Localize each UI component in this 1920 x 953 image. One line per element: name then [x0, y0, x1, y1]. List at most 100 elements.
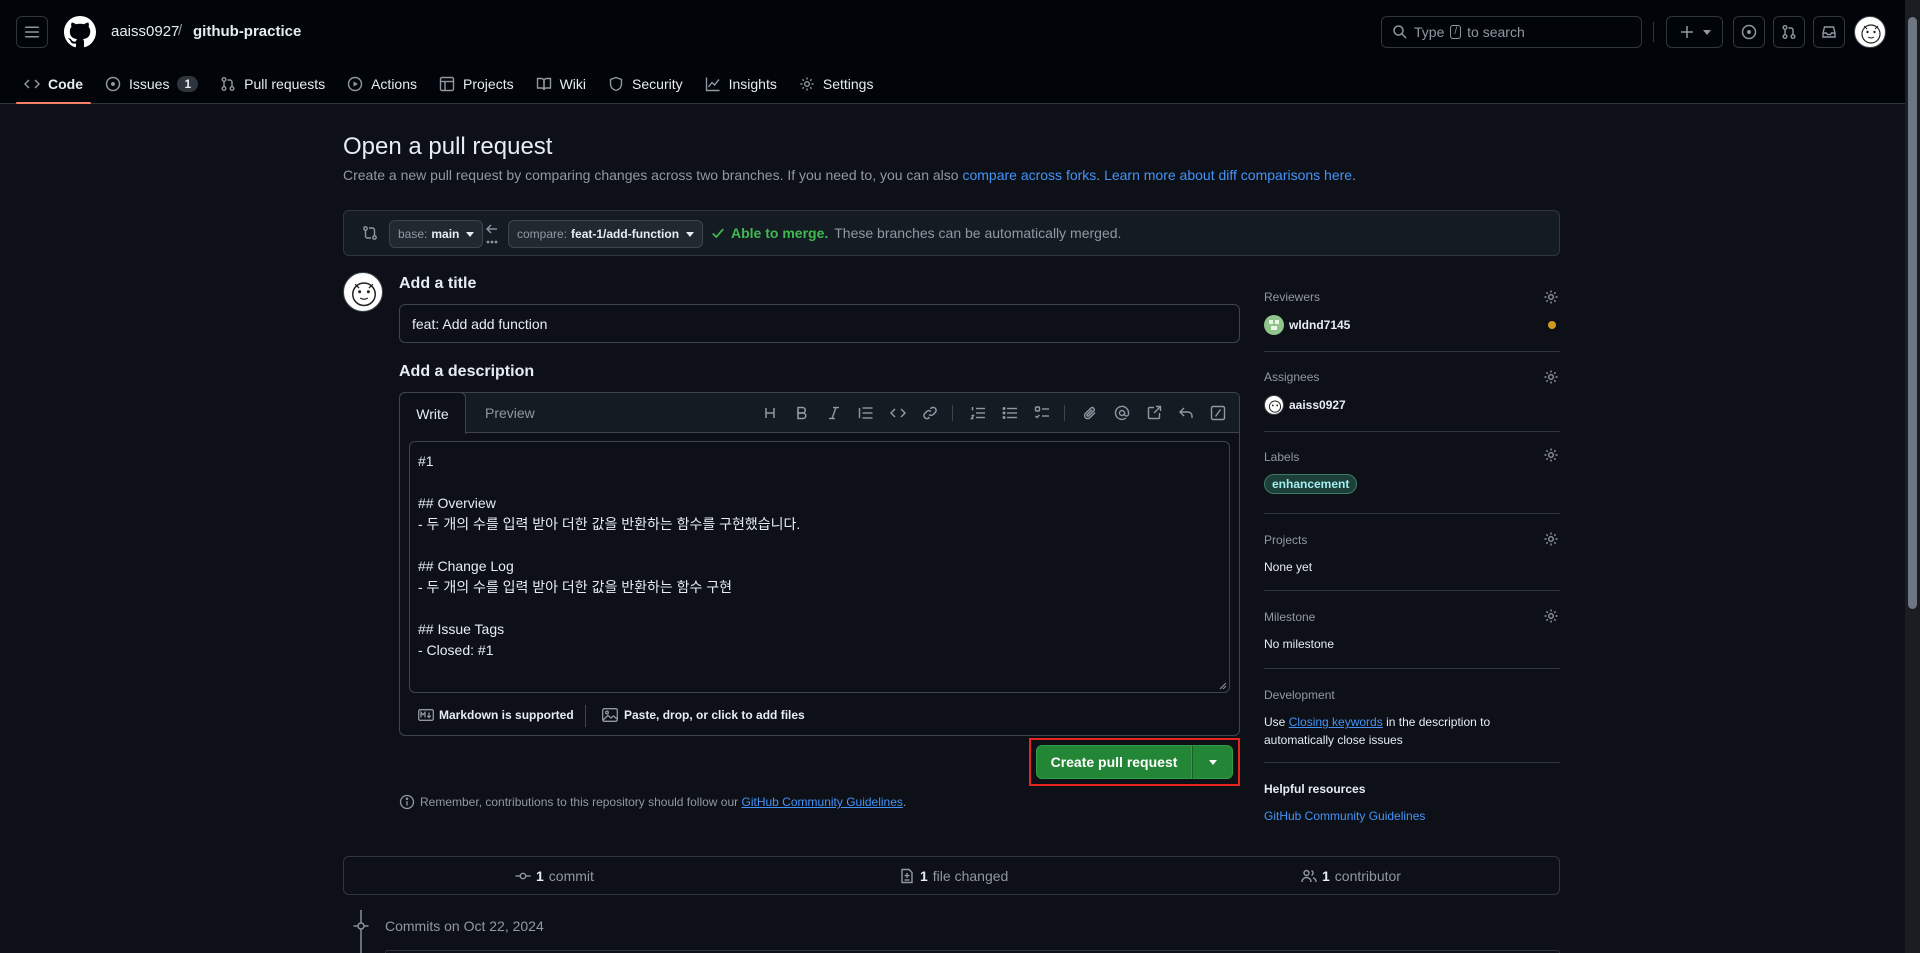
assignee-item[interactable]: aaiss0927 [1264, 395, 1346, 415]
info-icon [399, 794, 415, 810]
files-count: 1 [920, 868, 928, 884]
description-line: ## Change Log [418, 558, 514, 574]
sidebar-divider [1264, 431, 1560, 432]
tab-settings-label: Settings [822, 76, 874, 92]
compare-forks-link[interactable]: compare across forks [962, 167, 1096, 183]
tab-actions-label: Actions [371, 76, 418, 92]
tab-projects[interactable]: Projects [431, 64, 522, 104]
add-description-heading: Add a description [399, 363, 535, 380]
subtitle-end: . [1352, 167, 1356, 183]
mention-icon[interactable] [1112, 403, 1132, 423]
cross-reference-icon[interactable] [1144, 403, 1164, 423]
git-commit-icon [515, 872, 531, 880]
tab-wiki[interactable]: Wiki [528, 64, 594, 104]
quote-icon[interactable] [856, 403, 876, 423]
assignees-heading: Assignees [1264, 370, 1320, 384]
community-guidelines-link[interactable]: GitHub Community Guidelines [742, 795, 903, 809]
tab-write[interactable]: Write [399, 392, 466, 434]
compare-prefix: compare: [517, 227, 568, 241]
menu-button[interactable] [16, 16, 48, 48]
label-enhancement[interactable]: enhancement [1264, 474, 1358, 494]
code-icon[interactable] [888, 403, 908, 423]
heading-icon[interactable] [760, 403, 780, 423]
pull-requests-button[interactable] [1773, 16, 1805, 48]
toolbar-divider [1064, 405, 1065, 421]
create-new-button[interactable] [1666, 16, 1723, 48]
files-stat[interactable]: 1 file changed [899, 868, 1008, 884]
repo-owner-link[interactable]: aaiss0927 [111, 23, 179, 40]
reviewer-item[interactable]: wldnd7145 [1264, 315, 1350, 335]
closing-keywords-link[interactable]: Closing keywords [1289, 715, 1383, 729]
dev-rest2: automatically close issues [1264, 733, 1403, 747]
slash-command-icon[interactable] [1208, 403, 1228, 423]
scrollbar-thumb[interactable] [1908, 17, 1917, 609]
tab-actions[interactable]: Actions [339, 64, 425, 104]
projects-gear-icon[interactable] [1543, 531, 1559, 547]
reply-icon[interactable] [1176, 403, 1196, 423]
editor-footer: Markdown is supported Paste, drop, or cl… [400, 697, 1239, 735]
merge-status-label: Able to merge. [731, 225, 829, 241]
pr-title-input[interactable]: feat: Add add function [399, 304, 1240, 343]
ordered-list-icon[interactable] [968, 403, 988, 423]
tab-settings[interactable]: Settings [791, 64, 882, 104]
create-pull-request-button[interactable]: Create pull request [1036, 745, 1192, 779]
base-branch-select[interactable]: base: main [389, 220, 484, 248]
description-textarea[interactable]: #1 ## Overview - 두 개의 수를 입력 받아 더한 값을 반환하… [409, 441, 1230, 693]
editor-toolbar: Write Preview [399, 392, 1239, 434]
search-icon [1393, 25, 1407, 39]
paperclip-icon[interactable] [1080, 403, 1100, 423]
description-line [418, 598, 1221, 619]
image-icon [602, 708, 618, 722]
repo-name-link[interactable]: github-practice [193, 23, 301, 40]
tab-preview[interactable]: Preview [485, 405, 535, 421]
tab-security[interactable]: Security [600, 64, 691, 104]
compare-branch-select[interactable]: compare: feat-1/add-function [508, 220, 704, 248]
user-avatar[interactable] [1854, 16, 1886, 48]
branch-compare-bar: base: main compare: feat-1/add-function … [343, 210, 1560, 256]
tab-issues[interactable]: Issues 1 [97, 64, 206, 104]
github-logo-icon[interactable] [64, 16, 96, 48]
labels-gear-icon[interactable] [1543, 447, 1559, 463]
markdown-icon [418, 709, 434, 721]
tasklist-icon[interactable] [1032, 403, 1052, 423]
tab-pull-requests[interactable]: Pull requests [212, 64, 333, 104]
issues-button[interactable] [1733, 16, 1765, 48]
diff-comparisons-link[interactable]: Learn more about diff comparisons here [1104, 167, 1352, 183]
chevron-down-icon [466, 231, 475, 237]
assignees-gear-icon[interactable] [1543, 369, 1559, 385]
issues-counter: 1 [177, 76, 199, 92]
footer-divider [585, 705, 586, 727]
contributors-stat[interactable]: 1 contributor [1301, 868, 1401, 884]
file-diff-icon [901, 868, 913, 884]
chevron-down-icon [1702, 29, 1711, 35]
inbox-button[interactable] [1813, 16, 1845, 48]
link-icon[interactable] [920, 403, 940, 423]
tab-projects-label: Projects [463, 76, 514, 92]
milestone-gear-icon[interactable] [1543, 608, 1559, 624]
reminder-text: Remember, contributions to this reposito… [420, 795, 742, 809]
tab-security-label: Security [632, 76, 683, 92]
development-heading: Development [1264, 688, 1335, 702]
bold-icon[interactable] [792, 403, 812, 423]
reminder-end: . [902, 795, 907, 809]
tab-code[interactable]: Code [16, 64, 91, 104]
markdown-supported-link[interactable]: Markdown is supported [418, 708, 574, 722]
check-icon [712, 228, 724, 239]
italic-icon[interactable] [824, 403, 844, 423]
graph-icon [705, 77, 720, 92]
helpful-guidelines-link[interactable]: GitHub Community Guidelines [1264, 809, 1425, 823]
chevron-down-icon [1208, 759, 1217, 765]
create-pr-dropdown-button[interactable] [1192, 745, 1233, 779]
unordered-list-icon[interactable] [1000, 403, 1020, 423]
reviewer-avatar [1264, 315, 1284, 335]
table-icon [439, 76, 455, 92]
reviewers-gear-icon[interactable] [1543, 289, 1559, 305]
commits-stat[interactable]: 1 commit [515, 868, 594, 884]
tab-insights[interactable]: Insights [697, 64, 785, 104]
search-input[interactable]: Type / to search [1381, 16, 1642, 48]
header-divider [1653, 22, 1654, 42]
resize-handle-icon[interactable] [1219, 682, 1227, 690]
attach-files-button[interactable]: Paste, drop, or click to add files [602, 708, 805, 722]
contributors-count: 1 [1322, 868, 1330, 884]
toolbar-divider [952, 405, 953, 421]
